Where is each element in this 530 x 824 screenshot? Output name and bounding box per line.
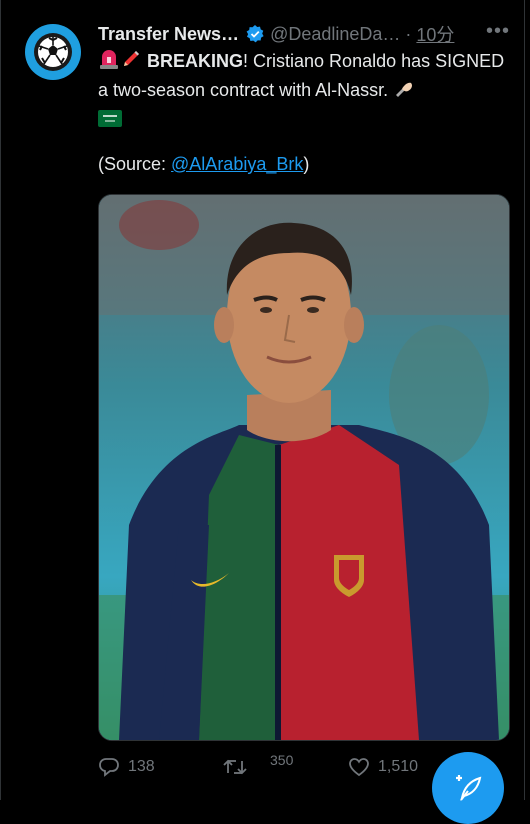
like-button[interactable]: 1,510: [348, 756, 418, 778]
soccer-ball-icon: [34, 33, 72, 71]
avatar[interactable]: [25, 24, 81, 80]
author-name[interactable]: Transfer News…: [98, 24, 239, 45]
tweet-timestamp[interactable]: 10分: [416, 21, 454, 47]
tweet-header: Transfer News… @DeadlineDa… · 10分 •••: [98, 20, 510, 47]
breaking-label: BREAKING: [147, 51, 244, 71]
left-border: [0, 0, 1, 800]
source-line: (Source: @AlArabiya_Brk): [98, 154, 309, 175]
source-suffix: ): [303, 154, 310, 174]
author-handle[interactable]: @DeadlineDa…: [270, 24, 400, 45]
saudi-flag-icon: [98, 109, 122, 134]
reply-icon: [99, 758, 119, 777]
like-count: 1,510: [378, 758, 419, 775]
siren-icon: [98, 48, 120, 77]
right-border: [524, 0, 525, 800]
retweet-button[interactable]: 350 352: [222, 752, 293, 778]
separator-dot: ·: [405, 23, 412, 44]
source-prefix: (Source:: [98, 154, 172, 174]
verified-icon: [245, 24, 265, 44]
source-link[interactable]: @AlArabiya_Brk: [171, 154, 303, 174]
tweet-image[interactable]: [98, 194, 510, 741]
more-options-icon[interactable]: •••: [486, 20, 510, 43]
retweet-count-prev: 350: [270, 752, 294, 768]
compose-icon: [456, 775, 482, 802]
like-icon: [349, 758, 369, 777]
pen-icon: [120, 48, 142, 77]
tweet-text: BREAKING! Cristiano Ronaldo has SIGNED a…: [98, 48, 513, 134]
reply-count: 138: [128, 758, 155, 775]
retweet-count: 352: [270, 771, 293, 773]
reply-button[interactable]: 138: [98, 756, 155, 778]
compose-button[interactable]: [432, 752, 504, 824]
writing-hand-icon: [393, 77, 415, 106]
retweet-icon: [223, 759, 247, 775]
